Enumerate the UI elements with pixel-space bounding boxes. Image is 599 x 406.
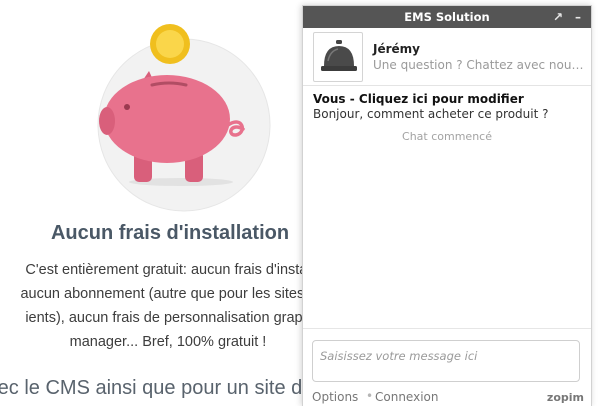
chat-footer: Options • Connexion zopim [312, 389, 584, 406]
agent-info: Jérémy Une question ? Chattez avec nous … [303, 28, 591, 86]
page-paragraph: C'est entièrement gratuit: aucun frais d… [0, 258, 348, 354]
chat-input-area: Options • Connexion zopim [303, 328, 591, 406]
agent-subtitle: Une question ? Chattez avec nous ! [373, 58, 585, 72]
chat-titlebar[interactable]: EMS Solution ↗ – [303, 6, 591, 28]
page-heading: Aucun frais d'installation [50, 222, 290, 244]
paragraph-line: ients), aucun frais de personnalisation … [25, 310, 311, 326]
paragraph-line: manager... Bref, 100% gratuit ! [69, 334, 267, 350]
page-footer-text: rec le CMS ainsi que pour un site de [0, 377, 314, 399]
chat-widget: EMS Solution ↗ – Jérémy Une question ? C… [302, 5, 592, 406]
piggy-bank-illustration [97, 24, 271, 212]
agent-name: Jérémy [373, 42, 420, 56]
chat-title: EMS Solution [404, 10, 490, 24]
zopim-logo[interactable]: zopim [547, 391, 584, 404]
paragraph-line: aucun abonnement (autre que pour les sit… [20, 286, 316, 302]
minimize-icon[interactable]: – [571, 6, 585, 28]
agent-avatar [313, 32, 363, 82]
message-input[interactable] [312, 340, 580, 382]
options-link[interactable]: Options [312, 390, 358, 404]
visitor-name-link[interactable]: Vous - Cliquez ici pour modifier [313, 92, 524, 106]
chat-message: Bonjour, comment acheter ce produit ? [313, 107, 549, 121]
connexion-link[interactable]: Connexion [375, 390, 439, 404]
separator: • [366, 389, 374, 403]
service-bell-icon [321, 40, 357, 71]
chat-status: Chat commencé [402, 130, 492, 143]
paragraph-line: C'est entièrement gratuit: aucun frais d… [25, 262, 311, 278]
popout-icon[interactable]: ↗ [551, 6, 565, 28]
